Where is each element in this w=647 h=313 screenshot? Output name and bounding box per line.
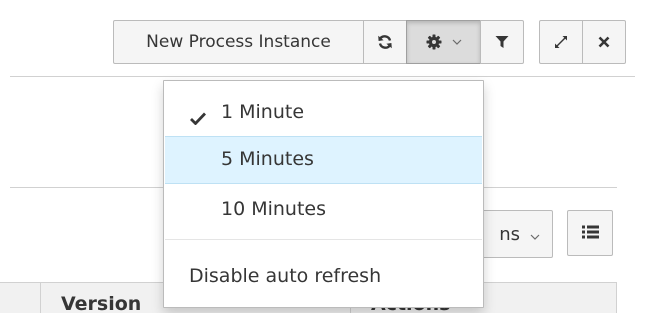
filter-icon	[495, 35, 509, 49]
chevron-down-icon	[530, 224, 540, 245]
chevron-down-icon	[452, 39, 462, 45]
new-process-instance-button[interactable]: New Process Instance	[113, 20, 364, 64]
menu-item-5-minutes[interactable]: 5 Minutes	[165, 136, 482, 184]
columns-label: ns	[499, 223, 520, 245]
menu-item-label: Disable auto refresh	[189, 265, 382, 287]
expand-icon	[554, 35, 568, 49]
menu-divider	[165, 239, 482, 240]
refresh-button[interactable]	[363, 20, 407, 64]
divider	[10, 76, 635, 77]
expand-button[interactable]	[539, 20, 583, 64]
menu-item-1-minute[interactable]: 1 Minute	[165, 89, 482, 137]
close-button[interactable]	[582, 20, 626, 64]
filter-button[interactable]	[480, 20, 524, 64]
settings-dropdown-toggle[interactable]	[406, 20, 481, 64]
gear-icon	[426, 34, 442, 50]
menu-item-disable-auto-refresh[interactable]: Disable auto refresh	[165, 253, 482, 301]
refresh-icon	[377, 34, 393, 50]
menu-item-label: 1 Minute	[221, 101, 305, 123]
list-view-button[interactable]	[567, 210, 613, 256]
new-process-instance-label: New Process Instance	[146, 32, 331, 52]
list-icon	[581, 224, 599, 243]
auto-refresh-menu: 1 Minute 5 Minutes 10 Minutes Disable au…	[163, 80, 484, 308]
menu-item-10-minutes[interactable]: 10 Minutes	[165, 186, 482, 234]
menu-item-label: 10 Minutes	[221, 198, 327, 220]
close-icon	[598, 36, 610, 48]
menu-item-label: 5 Minutes	[221, 148, 314, 170]
checkmark-icon	[190, 108, 207, 130]
